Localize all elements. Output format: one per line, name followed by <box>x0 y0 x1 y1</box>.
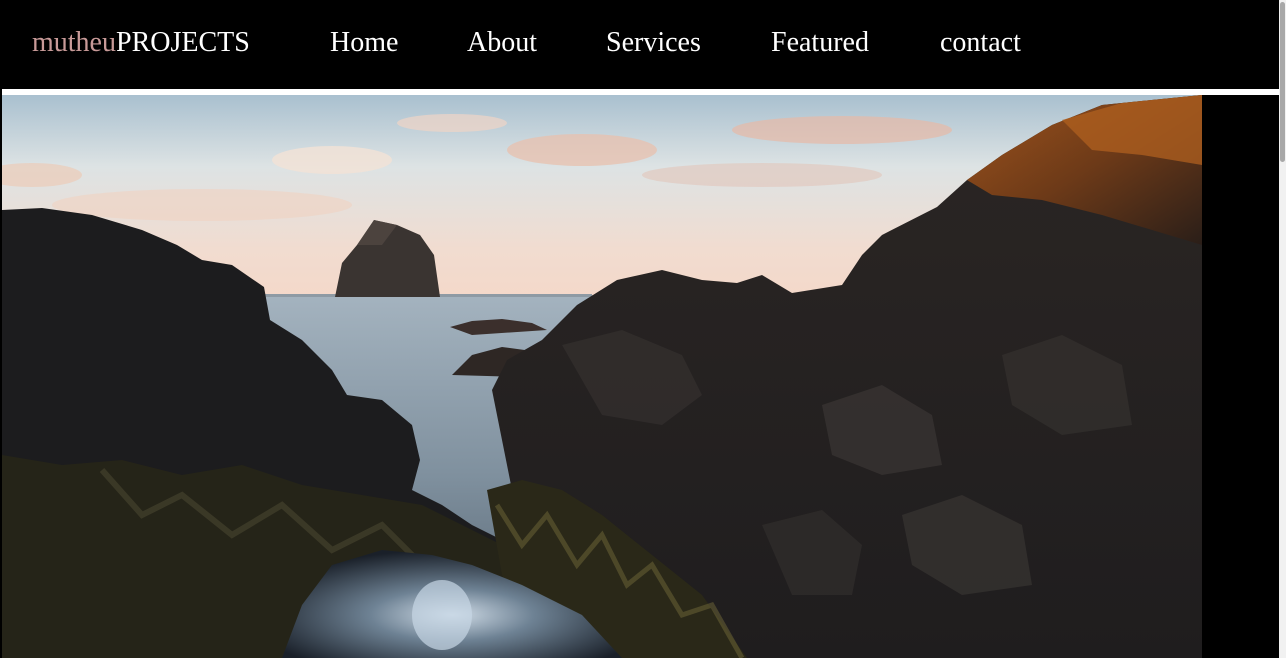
nav-link-featured[interactable]: Featured <box>771 26 869 60</box>
nav-link-contact[interactable]: contact <box>940 26 1021 60</box>
page-frame: mutheuPROJECTS Home About Services Featu… <box>2 0 1279 658</box>
brand-logo-link[interactable]: mutheuPROJECTS <box>32 26 250 60</box>
hero-image <box>2 95 1202 658</box>
brand-name-part2: PROJECTS <box>116 27 250 58</box>
brand-name-part1: mutheu <box>32 27 116 58</box>
nav-link-about[interactable]: About <box>467 26 537 60</box>
scrollbar-thumb[interactable] <box>1280 2 1285 162</box>
nav-link-services[interactable]: Services <box>606 26 701 60</box>
nav-link-home[interactable]: Home <box>330 26 398 60</box>
top-navbar: mutheuPROJECTS Home About Services Featu… <box>2 0 1279 89</box>
vertical-scrollbar[interactable] <box>1279 0 1286 658</box>
